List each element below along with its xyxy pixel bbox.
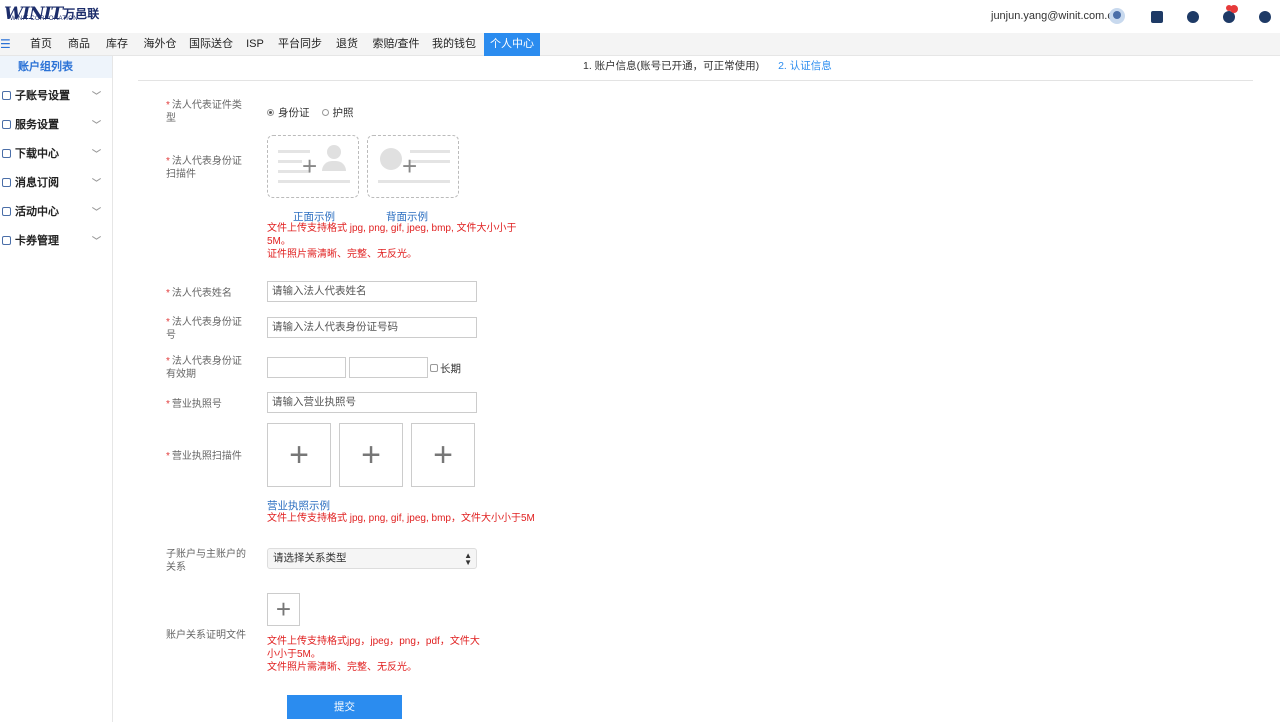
step-1[interactable]: 1. 账户信息(账号已开通，可正常使用)	[583, 60, 759, 72]
license-upload-3[interactable]: +	[411, 423, 475, 487]
id-type-label: * 法人代表证件类型	[166, 100, 242, 124]
nav-item[interactable]: 首页	[24, 33, 58, 56]
relation-select-value: 请选择关系类型	[273, 552, 347, 564]
plus-icon: +	[402, 151, 418, 181]
id-front-upload[interactable]: +	[267, 135, 359, 198]
logo-sub: WINIT CORPORATION	[10, 16, 78, 22]
sidebar-item[interactable]: 服务设置 ﹀	[0, 115, 112, 135]
plus-icon: +	[289, 436, 309, 474]
plus-icon: +	[275, 594, 292, 624]
validity-start-input[interactable]	[267, 357, 346, 378]
step-2[interactable]: 2. 认证信息	[778, 60, 832, 72]
radio-idcard[interactable]	[267, 109, 274, 116]
sidebar-item-label: 消息订阅	[15, 177, 59, 189]
select-arrows-icon: ▲ ▼	[464, 551, 472, 567]
sidebar-item-label: 子账号设置	[15, 90, 70, 102]
download-icon	[2, 149, 11, 158]
nav-item[interactable]: 退货	[330, 33, 364, 56]
nav-item[interactable]: 商品	[62, 33, 96, 56]
service-icon[interactable]	[1187, 11, 1199, 23]
chevron-down-icon: ﹀	[92, 178, 102, 188]
plus-icon: +	[302, 151, 318, 181]
steps: 1. 账户信息(账号已开通，可正常使用) 2. 认证信息	[583, 58, 832, 73]
divider	[138, 80, 1253, 81]
user-icon	[2, 91, 11, 100]
plus-icon: +	[361, 436, 381, 474]
radio-passport-label[interactable]: 护照	[333, 105, 354, 120]
submit-button[interactable]: 提交	[287, 695, 402, 719]
menu-icon[interactable]: ☰	[0, 37, 11, 51]
chevron-down-icon: ﹀	[92, 149, 102, 159]
sidebar-item[interactable]: 消息订阅 ﹀	[0, 173, 112, 193]
sidebar-item[interactable]: 下载中心 ﹀	[0, 144, 112, 164]
radio-idcard-label[interactable]: 身份证	[278, 105, 310, 120]
sidebar-item-label: 服务设置	[15, 119, 59, 131]
sidebar-item-label: 活动中心	[15, 206, 59, 218]
sidebar: 账户组列表 子账号设置 ﹀ 服务设置 ﹀ 下载中心 ﹀ 消息订阅 ﹀ 活动中心 ﹀ 卡券管理 ﹀	[0, 56, 113, 722]
avatar[interactable]	[1109, 8, 1125, 24]
license-upload-2[interactable]: +	[339, 423, 403, 487]
nav-item[interactable]: ISP	[240, 33, 270, 56]
message-icon	[2, 178, 11, 187]
sidebar-item[interactable]: 活动中心 ﹀	[0, 202, 112, 222]
heart-icon	[2, 120, 11, 129]
help-icon[interactable]	[1259, 11, 1271, 23]
relation-file-upload[interactable]: +	[267, 593, 300, 626]
nav-item[interactable]: 国际送仓	[186, 33, 236, 56]
nav-item[interactable]: 个人中心	[484, 33, 540, 56]
sidebar-header[interactable]: 账户组列表	[0, 56, 112, 78]
idno-label: * 法人代表身份证号	[166, 317, 242, 341]
sidebar-item[interactable]: 卡券管理 ﹀	[0, 231, 112, 251]
id-back-upload[interactable]: +	[367, 135, 459, 198]
license-scan-label: * 营业执照扫描件	[166, 451, 242, 462]
nav-item[interactable]: 我的钱包	[428, 33, 480, 56]
name-label: * 法人代表姓名	[166, 288, 232, 299]
top-bar: WINIT 万邑联 WINIT CORPORATION junjun.yang@…	[0, 0, 1280, 33]
chevron-down-icon: ﹀	[92, 91, 102, 101]
chevron-down-icon: ﹀	[92, 120, 102, 130]
longterm-checkbox[interactable]	[430, 364, 438, 372]
license-hint: 文件上传支持格式 jpg, png, gif, jpeg, bmp，文件大小小于…	[267, 513, 535, 524]
license-upload-1[interactable]: +	[267, 423, 331, 487]
relation-file-hint: 文件上传支持格式jpg，jpeg，png，pdf，文件大 小小于5M。 文件照片…	[267, 636, 480, 673]
sidebar-item-label: 下载中心	[15, 148, 59, 160]
relation-file-label: 账户关系证明文件	[166, 630, 246, 641]
id-type-radio-group: 身份证 护照	[267, 105, 366, 120]
plus-icon: +	[433, 436, 453, 474]
chevron-down-icon: ﹀	[92, 236, 102, 246]
main-content: 1. 账户信息(账号已开通，可正常使用) 2. 认证信息 * 法人代表证件类型 身…	[113, 56, 1280, 722]
sidebar-item[interactable]: 子账号设置 ﹀	[0, 86, 112, 106]
notification-badge	[1230, 5, 1238, 13]
activity-icon	[2, 207, 11, 216]
coupon-icon	[2, 236, 11, 245]
logo[interactable]: WINIT 万邑联 WINIT CORPORATION	[4, 5, 99, 22]
relation-select[interactable]: 请选择关系类型 ▲ ▼	[267, 548, 477, 569]
id-scan-hint: 文件上传支持格式 jpg, png, gif, jpeg, bmp, 文件大小小…	[267, 223, 517, 260]
nav-item[interactable]: 库存	[100, 33, 134, 56]
longterm-label[interactable]: 长期	[440, 361, 461, 376]
nav-item[interactable]: 海外仓	[138, 33, 182, 56]
user-email[interactable]: junjun.yang@winit.com.cn	[991, 10, 1119, 22]
validity-end-input[interactable]	[349, 357, 428, 378]
cart-icon[interactable]	[1151, 11, 1163, 23]
name-input[interactable]: 请输入法人代表姓名	[267, 281, 477, 302]
validity-label: * 法人代表身份证有效期	[166, 356, 242, 380]
license-example-link[interactable]: 营业执照示例	[267, 498, 330, 513]
chevron-down-icon: ﹀	[92, 207, 102, 217]
idno-input[interactable]: 请输入法人代表身份证号码	[267, 317, 477, 338]
nav-item[interactable]: 平台同步	[274, 33, 326, 56]
nav-item[interactable]: 索赔/查件	[368, 33, 424, 56]
license-no-input[interactable]: 请输入营业执照号	[267, 392, 477, 413]
sidebar-item-label: 卡券管理	[15, 235, 59, 247]
id-scan-label: * 法人代表身份证扫描件	[166, 156, 242, 180]
relation-label: 子账户与主账户的关系	[166, 549, 246, 573]
license-no-label: * 营业执照号	[166, 399, 222, 410]
main-nav: ☰ 首页 商品 库存 海外仓 国际送仓 ISP 平台同步 退货 索赔/查件 我的钱包 个人中心	[0, 33, 1280, 56]
radio-passport[interactable]	[321, 109, 329, 116]
